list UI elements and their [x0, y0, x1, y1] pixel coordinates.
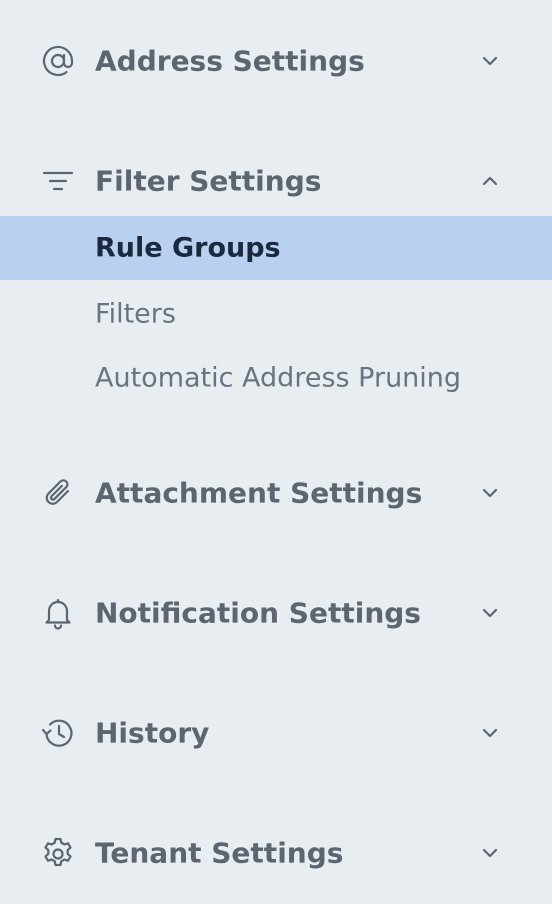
chevron-down-icon[interactable] — [476, 719, 504, 747]
section-notification-settings[interactable]: Notification Settings — [0, 583, 552, 643]
sub-item-label: Filters — [95, 298, 176, 330]
section-attachment-settings[interactable]: Attachment Settings — [0, 463, 552, 523]
at-sign-icon — [40, 43, 76, 79]
section-history[interactable]: History — [0, 703, 552, 763]
history-icon — [40, 715, 76, 751]
sub-item-automatic-address-pruning[interactable]: Automatic Address Pruning — [0, 346, 552, 410]
section-label: History — [95, 716, 210, 750]
section-filter-settings[interactable]: Filter Settings — [0, 151, 552, 211]
section-address-settings[interactable]: Address Settings — [0, 31, 552, 91]
chevron-down-icon[interactable] — [476, 479, 504, 507]
chevron-down-icon[interactable] — [476, 839, 504, 867]
chevron-down-icon[interactable] — [476, 47, 504, 75]
sub-item-rule-groups[interactable]: Rule Groups — [0, 216, 552, 280]
sub-item-label: Rule Groups — [95, 232, 281, 264]
sub-item-filters[interactable]: Filters — [0, 282, 552, 346]
paperclip-icon — [40, 475, 76, 511]
section-label: Address Settings — [95, 44, 365, 78]
filter-icon — [40, 163, 76, 199]
section-tenant-settings[interactable]: Tenant Settings — [0, 823, 552, 883]
chevron-up-icon[interactable] — [476, 167, 504, 195]
settings-sidebar-nav: Address Settings Filter Settings Rule Gr… — [0, 0, 552, 904]
section-label: Tenant Settings — [95, 836, 344, 870]
chevron-down-icon[interactable] — [476, 599, 504, 627]
section-label: Notification Settings — [95, 596, 421, 630]
bell-icon — [40, 595, 76, 631]
sub-item-label: Automatic Address Pruning — [95, 362, 462, 394]
section-label: Attachment Settings — [95, 476, 423, 510]
gear-icon — [40, 835, 76, 871]
section-label: Filter Settings — [95, 164, 322, 198]
